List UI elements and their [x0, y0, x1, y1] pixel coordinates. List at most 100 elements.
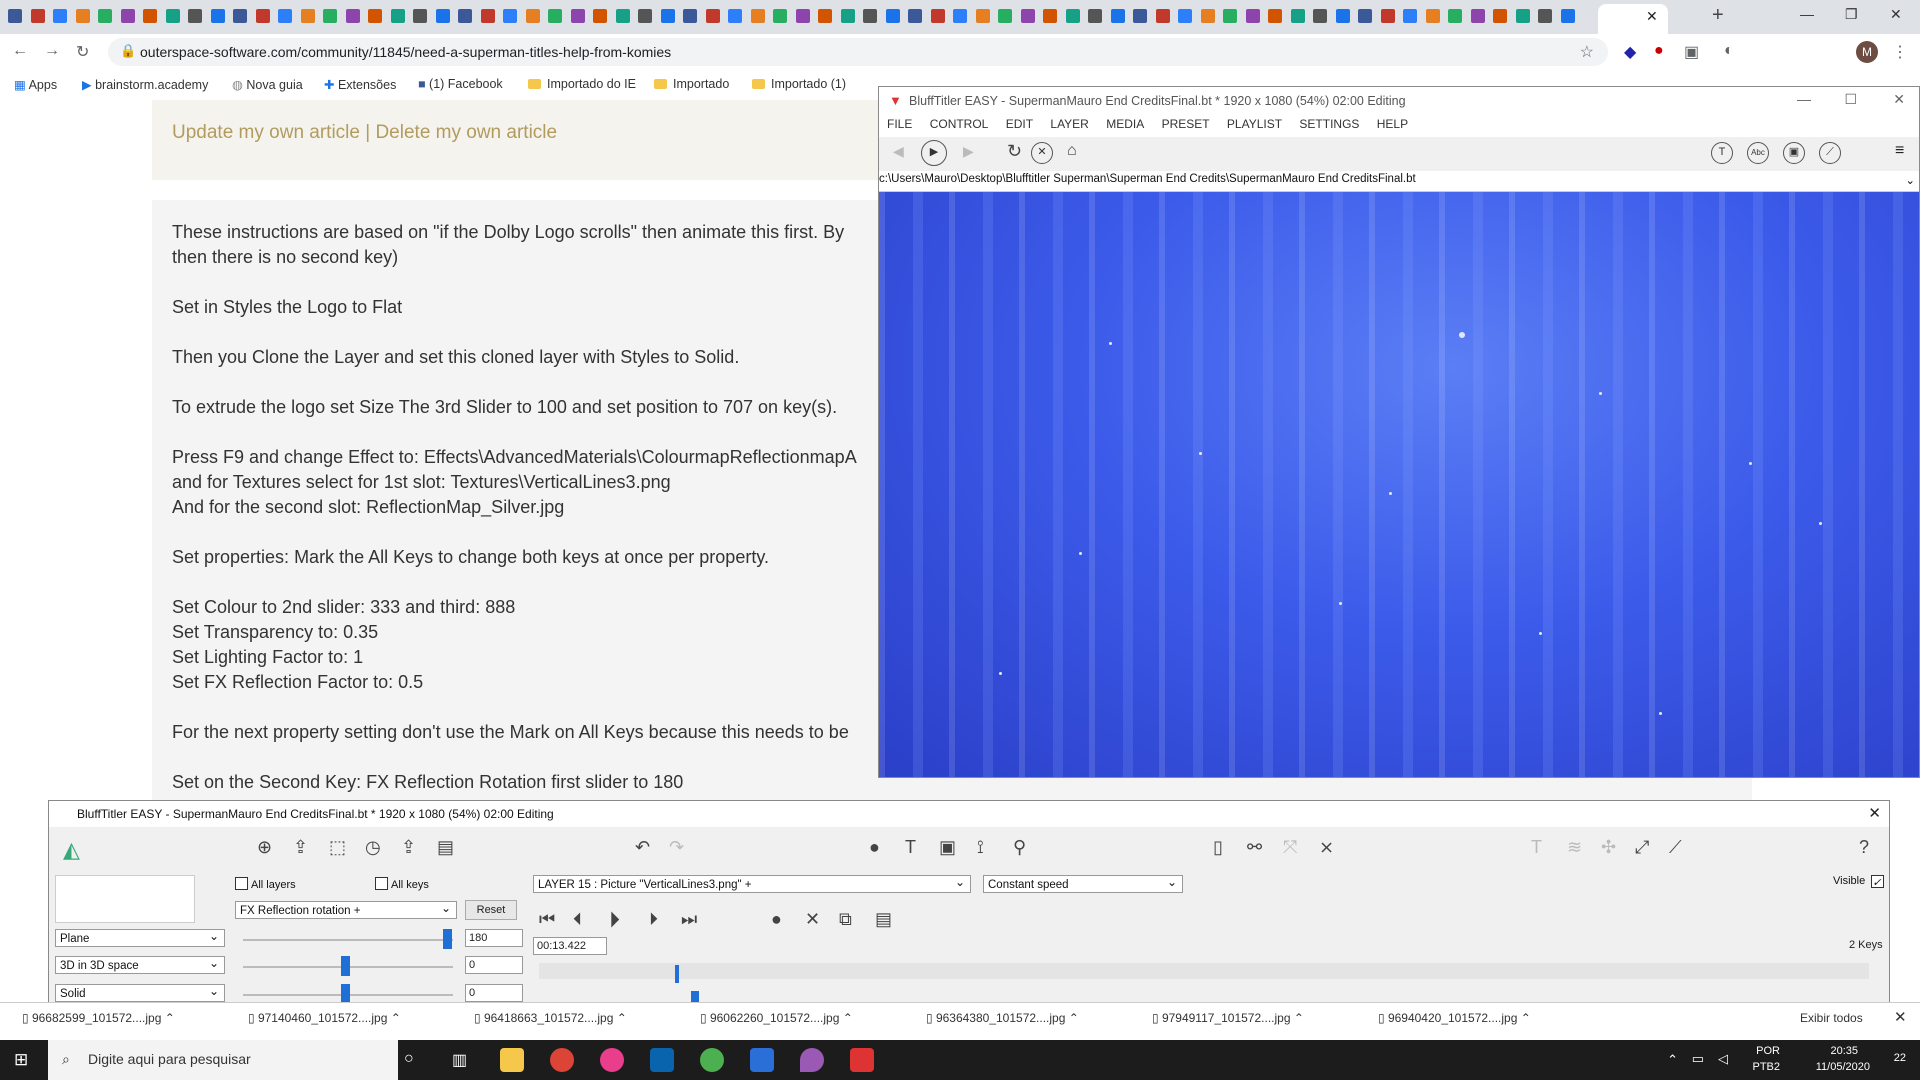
document-icon[interactable]: ▯ — [1213, 837, 1223, 858]
help-icon[interactable]: ? — [1859, 837, 1869, 858]
tab-favicon[interactable] — [53, 9, 67, 23]
language-indicator[interactable]: POR — [1756, 1045, 1780, 1057]
tab-favicon[interactable] — [233, 9, 247, 23]
tab-favicon[interactable] — [953, 9, 967, 23]
tab-favicon[interactable] — [998, 9, 1012, 23]
tab-favicon[interactable] — [615, 9, 630, 23]
tab-favicon[interactable] — [1155, 9, 1170, 23]
tab-favicon[interactable] — [143, 9, 157, 23]
particle-icon[interactable]: ● — [869, 837, 880, 858]
tab-favicon[interactable] — [1403, 9, 1417, 23]
menu-control[interactable]: CONTROL — [930, 117, 989, 131]
style-select[interactable]: Solid — [55, 982, 225, 1002]
next-key-icon[interactable]: ⏵ — [649, 909, 658, 930]
tab-favicon[interactable] — [1515, 9, 1530, 23]
text-style-icon[interactable]: T — [1531, 837, 1542, 858]
download-item[interactable]: ▯ 96062260_101572....jpg ⌃ — [700, 1011, 853, 1025]
tab-favicon[interactable] — [570, 9, 585, 23]
slider-2-handle[interactable] — [341, 956, 350, 976]
volume-icon[interactable]: ◁ — [1718, 1051, 1728, 1067]
menu-file[interactable]: FILE — [887, 117, 912, 131]
menu-settings[interactable]: SETTINGS — [1299, 117, 1359, 131]
open-icon[interactable]: ⇪ — [293, 837, 308, 858]
move-icon[interactable]: ✣ — [1601, 837, 1616, 858]
windows-start-icon[interactable]: ⊞ — [14, 1050, 28, 1070]
last-key-icon[interactable]: ⏭ — [681, 909, 697, 930]
tab-favicon[interactable] — [1560, 9, 1575, 23]
avatar[interactable]: M — [1856, 41, 1878, 63]
export-icon[interactable]: ⇪ — [401, 837, 416, 858]
path-icon[interactable]: ⟟ — [977, 837, 984, 858]
plane-select[interactable]: Plane — [55, 927, 225, 947]
lock-icon[interactable]: 🔒 — [120, 43, 136, 59]
bookmark-folder[interactable]: Importado (1) — [752, 77, 846, 91]
copy-icon[interactable]: ⧉ — [839, 909, 852, 930]
tab-favicon[interactable] — [1133, 9, 1147, 23]
visible-checkbox[interactable]: Visible ✓ — [1833, 875, 1887, 889]
tab-favicon[interactable] — [908, 9, 922, 23]
tab-favicon[interactable] — [1178, 9, 1192, 23]
axis-icon[interactable]: ⨯ — [1319, 837, 1334, 858]
clock-time[interactable]: 20:35 — [1830, 1045, 1858, 1057]
abc-icon[interactable]: ≋ — [1567, 837, 1582, 858]
tab-favicon[interactable] — [1245, 9, 1260, 23]
tab-favicon[interactable] — [1358, 9, 1372, 23]
property-select[interactable]: FX Reflection rotation + — [235, 899, 457, 919]
tab-favicon[interactable] — [435, 9, 450, 23]
tab-favicon[interactable] — [728, 9, 742, 23]
prev-key-icon[interactable]: ⏴ — [573, 909, 582, 930]
tab-favicon[interactable] — [278, 9, 292, 23]
tab-favicon[interactable] — [165, 9, 180, 23]
bookmark-nova-guia[interactable]: ◍ Nova guia — [232, 77, 303, 92]
minimize-icon[interactable]: — — [1797, 91, 1811, 107]
home-icon[interactable]: ⌂ — [1067, 142, 1077, 160]
slider-track[interactable] — [243, 939, 453, 941]
cortana-icon[interactable]: ○ — [404, 1050, 414, 1068]
tab-favicon[interactable] — [413, 9, 427, 23]
download-item[interactable]: ▯ 96364380_101572....jpg ⌃ — [926, 1011, 1079, 1025]
task-view-icon[interactable]: ▥ — [452, 1050, 467, 1070]
tab-favicon[interactable] — [1043, 9, 1057, 23]
first-key-icon[interactable]: ⏮ — [539, 909, 555, 930]
disabled-icon[interactable]: ⤧ — [1283, 837, 1297, 858]
article-edit-links[interactable]: Update my own article | Delete my own ar… — [172, 122, 557, 144]
space-select[interactable]: 3D in 3D space — [55, 954, 225, 974]
drop-icon[interactable] — [800, 1048, 824, 1072]
clock-date[interactable]: 11/05/2020 — [1816, 1061, 1870, 1073]
extension-icon[interactable]: ◐ — [1724, 42, 1734, 60]
url-text[interactable]: outerspace-software.com/community/11845/… — [140, 44, 671, 60]
extension-icon[interactable]: ▣ — [1684, 42, 1699, 62]
extension-icon[interactable]: ● — [1654, 42, 1664, 60]
tab-favicon[interactable] — [210, 9, 225, 23]
add-layer-icon[interactable]: ⊕ — [257, 837, 272, 858]
speed-select[interactable]: Constant speed — [983, 873, 1183, 893]
tab-favicon[interactable] — [503, 9, 517, 23]
tab-favicon[interactable] — [390, 9, 405, 23]
download-item[interactable]: ▯ 97140460_101572....jpg ⌃ — [248, 1011, 401, 1025]
tab-favicon[interactable] — [548, 9, 562, 23]
tab-favicon[interactable] — [1425, 9, 1440, 23]
blufftitler-icon[interactable] — [850, 1048, 874, 1072]
tab-favicon[interactable] — [345, 9, 360, 23]
tab-favicon[interactable] — [323, 9, 337, 23]
value-1-input[interactable]: 180 — [465, 929, 523, 947]
text-icon[interactable]: T — [1711, 142, 1733, 164]
time-input[interactable]: 00:13.422 — [533, 937, 607, 955]
layer-select[interactable]: LAYER 15 : Picture "VerticalLines3.png" … — [533, 873, 971, 893]
tab-favicon[interactable] — [773, 9, 787, 23]
chrome-icon[interactable] — [550, 1048, 574, 1072]
close-icon[interactable]: ✕ — [1894, 1008, 1907, 1026]
menu-preset[interactable]: PRESET — [1162, 117, 1210, 131]
project-path[interactable]: c:\Users\Mauro\Desktop\Blufftitler Super… — [879, 173, 1919, 192]
tray-expand-icon[interactable]: ⌃ — [1667, 1052, 1678, 1068]
menu-media[interactable]: MEDIA — [1106, 117, 1144, 131]
tab-favicon[interactable] — [188, 9, 202, 23]
tab-favicon[interactable] — [705, 9, 720, 23]
tab-favicon[interactable] — [120, 9, 135, 23]
paste-icon[interactable]: ▤ — [875, 909, 892, 930]
delete-key-icon[interactable]: ✕ — [805, 909, 820, 930]
bookmark-folder[interactable]: Importado do IE — [528, 77, 636, 91]
bookmark-apps[interactable]: ▦ Apps — [14, 77, 57, 92]
tab-favicon[interactable] — [840, 9, 855, 23]
film-icon[interactable]: ▤ — [437, 837, 454, 858]
